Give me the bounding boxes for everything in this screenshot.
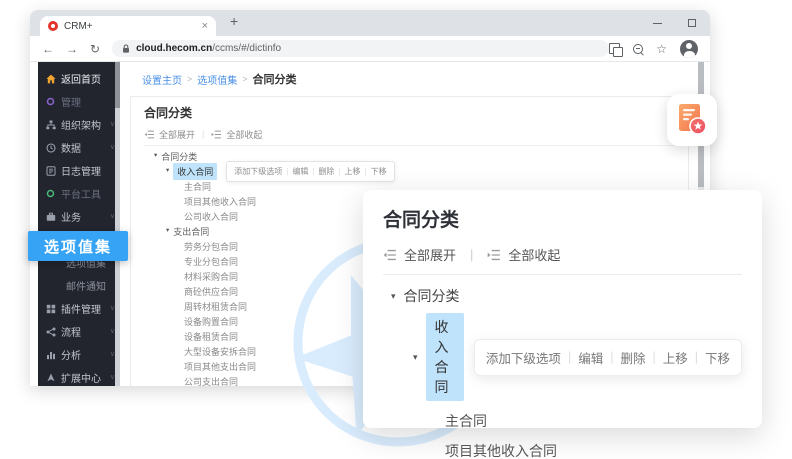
breadcrumb-current: 合同分类	[253, 71, 297, 87]
url-domain: cloud.hecom.cn	[136, 43, 212, 54]
address-bar-row: ← → ↻ cloud.hecom.cn/ccms/#/dictinfo ☆	[30, 36, 710, 62]
zoom-overlay-panel: 合同分类 全部展开 | 全部收起 ▾ 合同分类 ▾ 收入合同 添加下级选项| 编…	[363, 190, 762, 428]
app-sidebar: 返回首页 管理 组织架构 ∨ 数据 ∨ 日志管理	[38, 62, 120, 386]
tree-node-root[interactable]: ▾合同分类	[144, 149, 675, 164]
sidebar-item-workflow[interactable]: 流程 ∨	[38, 320, 120, 343]
breadcrumb: 设置主页 > 选项值集 > 合同分类	[142, 71, 297, 87]
selected-tree-node[interactable]: 收入合同	[173, 163, 217, 180]
reload-icon[interactable]: ↻	[90, 43, 100, 55]
address-bar[interactable]: cloud.hecom.cn/ccms/#/dictinfo	[112, 40, 609, 57]
browser-tab-bar: CRM+ × +	[30, 10, 710, 36]
move-up-button[interactable]: 上移	[663, 348, 688, 367]
node-action-toolbar: 添加下级选项| 编辑| 删除| 上移| 下移	[474, 339, 742, 376]
sidebar-item-log[interactable]: 日志管理	[38, 159, 120, 182]
home-icon	[45, 73, 56, 84]
divider	[144, 145, 675, 146]
sidebar-item-manage[interactable]: 管理	[38, 90, 120, 113]
collapse-all-icon	[487, 249, 501, 261]
edit-button[interactable]: 编辑	[292, 166, 308, 177]
tree-leaf[interactable]: 主合同	[383, 411, 742, 431]
address-bar-actions: ☆	[609, 40, 698, 58]
ring-purple-icon	[45, 96, 56, 107]
breadcrumb-option-values[interactable]: 选项值集	[197, 72, 237, 87]
caret-down-icon[interactable]: ▾	[154, 153, 157, 160]
browser-tab[interactable]: CRM+ ×	[40, 16, 216, 36]
panel-title: 合同分类	[383, 205, 742, 232]
document-star-icon	[677, 103, 707, 137]
expand-all-button[interactable]: 全部展开	[404, 245, 456, 264]
tree-node-income[interactable]: ▾ 收入合同 添加下级选项| 编辑| 删除| 上移| 下移	[383, 313, 742, 401]
collapse-all-icon	[211, 130, 222, 139]
back-icon[interactable]: ←	[42, 43, 54, 55]
caret-down-icon[interactable]: ▾	[166, 228, 169, 235]
caret-down-icon[interactable]: ▾	[166, 168, 169, 175]
bar-chart-icon	[45, 349, 56, 360]
url-path: /ccms/#/dictinfo	[212, 43, 281, 54]
tree-node-root[interactable]: ▾ 合同分类	[383, 286, 742, 306]
sidebar-item-extension-center[interactable]: 扩展中心 ∨	[38, 366, 120, 386]
rocket-icon	[45, 372, 56, 383]
delete-button[interactable]: 删除	[318, 166, 334, 177]
separator: |	[202, 129, 204, 139]
sidebar-item-data[interactable]: 数据 ∨	[38, 136, 120, 159]
plugin-grid-icon	[45, 303, 56, 314]
sidebar-item-mail-notify[interactable]: 邮件通知	[38, 274, 120, 297]
zoom-level-icon[interactable]	[633, 44, 643, 54]
caret-down-icon[interactable]: ▾	[413, 353, 418, 362]
new-tab-button[interactable]: +	[230, 13, 238, 29]
sidebar-item-platform-tools[interactable]: 平台工具	[38, 182, 120, 205]
org-chart-icon	[45, 119, 56, 130]
sidebar-item-analysis[interactable]: 分析 ∨	[38, 343, 120, 366]
window-controls	[653, 10, 696, 36]
add-child-option-button[interactable]: 添加下级选项	[486, 348, 561, 367]
tree-leaf[interactable]: 项目其他收入合同	[383, 441, 742, 459]
node-action-toolbar: 添加下级选项| 编辑| 删除| 上移| 下移	[226, 161, 394, 182]
expand-all-icon	[383, 249, 397, 261]
expand-all-button[interactable]: 全部展开	[159, 128, 195, 141]
option-values-callout[interactable]: 选项值集	[28, 231, 128, 261]
sidebar-item-home[interactable]: 返回首页	[38, 67, 120, 90]
tree-actions-row: 全部展开 | 全部收起	[144, 128, 675, 140]
tree-node-income[interactable]: ▾ 收入合同 添加下级选项| 编辑| 删除| 上移| 下移	[144, 164, 675, 179]
move-up-button[interactable]: 上移	[345, 166, 361, 177]
breadcrumb-settings-home[interactable]: 设置主页	[142, 72, 182, 87]
selected-tree-node[interactable]: 收入合同	[426, 313, 464, 401]
tab-title: CRM+	[64, 21, 93, 32]
delete-button[interactable]: 删除	[620, 348, 645, 367]
send-to-device-icon[interactable]	[609, 43, 620, 54]
window-restore-button[interactable]	[688, 19, 696, 27]
panel-actions-row: 全部展开 | 全部收起	[383, 245, 742, 264]
flow-icon	[45, 326, 56, 337]
caret-down-icon[interactable]: ▾	[391, 292, 396, 301]
sidebar-item-plugins[interactable]: 插件管理 ∨	[38, 297, 120, 320]
profile-avatar[interactable]	[680, 40, 698, 58]
collapse-all-button[interactable]: 全部收起	[226, 128, 262, 141]
collapse-all-button[interactable]: 全部收起	[508, 245, 560, 264]
page-title: 合同分类	[144, 104, 675, 121]
log-icon	[45, 165, 56, 176]
move-down-button[interactable]: 下移	[371, 166, 387, 177]
crm-favicon-icon	[48, 21, 58, 31]
sidebar-item-business[interactable]: 业务 ∨	[38, 205, 120, 228]
close-tab-icon[interactable]: ×	[202, 21, 208, 32]
breadcrumb-separator: >	[242, 74, 247, 84]
expand-all-icon	[144, 130, 155, 139]
edit-button[interactable]: 编辑	[578, 348, 603, 367]
move-down-button[interactable]: 下移	[705, 348, 730, 367]
clock-icon	[45, 142, 56, 153]
sidebar-item-org[interactable]: 组织架构 ∨	[38, 113, 120, 136]
option-set-badge-card	[667, 94, 717, 146]
ring-green-icon	[45, 188, 56, 199]
forward-icon[interactable]: →	[66, 43, 78, 55]
lock-icon	[122, 44, 130, 54]
screenshot: CRM+ × + ← → ↻ cloud.hecom.cn/ccms/#/dic…	[0, 0, 792, 459]
bookmark-star-icon[interactable]: ☆	[656, 43, 667, 55]
divider	[383, 274, 742, 275]
separator: |	[470, 247, 473, 262]
add-child-option-button[interactable]: 添加下级选项	[234, 166, 282, 177]
briefcase-icon	[45, 211, 56, 222]
breadcrumb-separator: >	[187, 74, 192, 84]
window-minimize-button[interactable]	[653, 23, 662, 24]
